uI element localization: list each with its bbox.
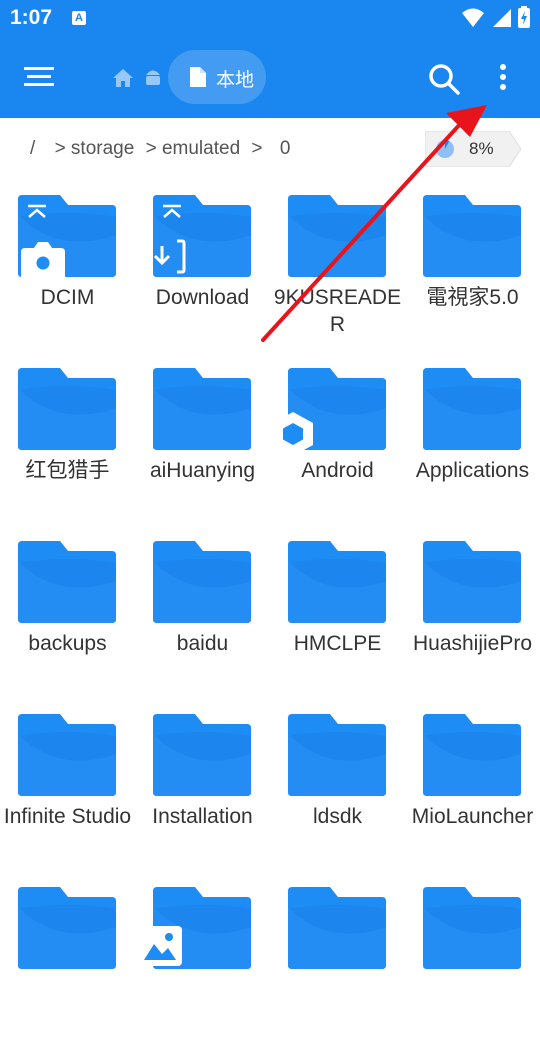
breadcrumb-storage[interactable]: > storage xyxy=(55,138,135,159)
folder-name: 9KUSREADER xyxy=(273,286,402,336)
folder-name: DCIM xyxy=(40,286,95,309)
pin-icon xyxy=(28,204,46,218)
folder-item[interactable]: Download xyxy=(135,190,270,363)
location-tab-local[interactable]: 本地 xyxy=(168,50,266,104)
breadcrumb-separator: > xyxy=(251,138,263,159)
hexagon-icon xyxy=(273,412,313,456)
folder-icon xyxy=(153,541,251,623)
folder-icon xyxy=(153,714,251,796)
folder-name: ldsdk xyxy=(312,805,363,828)
folder-item[interactable]: Android xyxy=(270,363,405,536)
status-bar: 1:07 A xyxy=(0,0,540,38)
menu-button[interactable] xyxy=(24,62,60,92)
folder-item[interactable]: MioLauncher xyxy=(405,709,540,882)
folder-item[interactable]: ldsdk xyxy=(270,709,405,882)
battery-icon xyxy=(518,6,530,28)
breadcrumb-emulated[interactable]: > emulated xyxy=(146,138,241,159)
location-label: 本地 xyxy=(216,70,255,91)
folder-item[interactable]: Applications xyxy=(405,363,540,536)
download-icon xyxy=(138,239,186,274)
folder-item[interactable]: Infinite Studio xyxy=(0,709,135,882)
storage-percent: 8% xyxy=(469,139,494,158)
folder-item[interactable]: 红包猎手 xyxy=(0,363,135,536)
folder-item[interactable]: DCIM xyxy=(0,190,135,363)
folder-icon xyxy=(423,714,521,796)
folder-icon xyxy=(18,368,116,450)
signal-icon xyxy=(493,9,511,27)
folder-icon xyxy=(153,368,251,450)
folder-name: backups xyxy=(28,632,107,655)
wifi-icon xyxy=(462,8,484,27)
folder-name: baidu xyxy=(176,632,229,655)
storage-usage-badge[interactable]: 8% xyxy=(424,130,522,168)
folder-icon xyxy=(18,714,116,796)
hamburger-menu-icon xyxy=(24,67,54,70)
folder-item[interactable] xyxy=(0,882,135,1055)
document-icon xyxy=(190,67,206,87)
folder-name: Download xyxy=(155,286,250,309)
folder-name: HMCLPE xyxy=(293,632,382,655)
folder-item[interactable]: baidu xyxy=(135,536,270,709)
folder-icon xyxy=(423,368,521,450)
home-icon[interactable] xyxy=(112,67,134,89)
folder-name: MioLauncher xyxy=(411,805,534,828)
image-icon xyxy=(138,926,182,966)
folder-item[interactable]: Installation xyxy=(135,709,270,882)
folder-item[interactable]: HuashijiePro xyxy=(405,536,540,709)
more-vertical-icon[interactable] xyxy=(490,62,516,94)
folder-icon xyxy=(18,887,116,969)
folder-item[interactable] xyxy=(405,882,540,1055)
folder-icon xyxy=(423,195,521,277)
folder-name: Applications xyxy=(415,459,530,482)
folder-name: 红包猎手 xyxy=(25,459,110,482)
folder-icon xyxy=(18,541,116,623)
breadcrumb: / > storage > emulated > 0 xyxy=(30,138,296,160)
status-time: 1:07 xyxy=(10,6,53,29)
folder-item[interactable] xyxy=(135,882,270,1055)
breadcrumb-root[interactable]: / xyxy=(30,138,35,159)
search-icon[interactable] xyxy=(426,61,462,97)
folder-icon xyxy=(423,887,521,969)
folder-item[interactable] xyxy=(270,882,405,1055)
camera-icon xyxy=(21,242,65,277)
menu-line xyxy=(27,75,51,78)
notification-icon: A xyxy=(72,11,86,25)
folder-name: Infinite Studio xyxy=(3,805,132,828)
folder-icon xyxy=(288,541,386,623)
folder-name: aiHuanying xyxy=(149,459,256,482)
pin-icon xyxy=(163,204,181,218)
folder-item[interactable]: HMCLPE xyxy=(270,536,405,709)
menu-line xyxy=(24,83,54,86)
folder-icon xyxy=(288,195,386,277)
breadcrumb-current[interactable]: 0 xyxy=(280,138,291,159)
folder-name: HuashijiePro xyxy=(412,632,533,655)
folder-name: Android xyxy=(301,459,374,482)
folder-item[interactable]: 電視家5.0 xyxy=(405,190,540,363)
folder-item[interactable]: aiHuanying xyxy=(135,363,270,536)
folder-name: 電視家5.0 xyxy=(426,286,519,309)
folder-icon xyxy=(423,541,521,623)
folder-item[interactable]: backups xyxy=(0,536,135,709)
folder-item[interactable]: 9KUSREADER xyxy=(270,190,405,363)
folder-icon xyxy=(288,714,386,796)
folder-name: Installation xyxy=(152,805,253,828)
folder-icon xyxy=(288,887,386,969)
android-icon[interactable] xyxy=(143,66,163,88)
